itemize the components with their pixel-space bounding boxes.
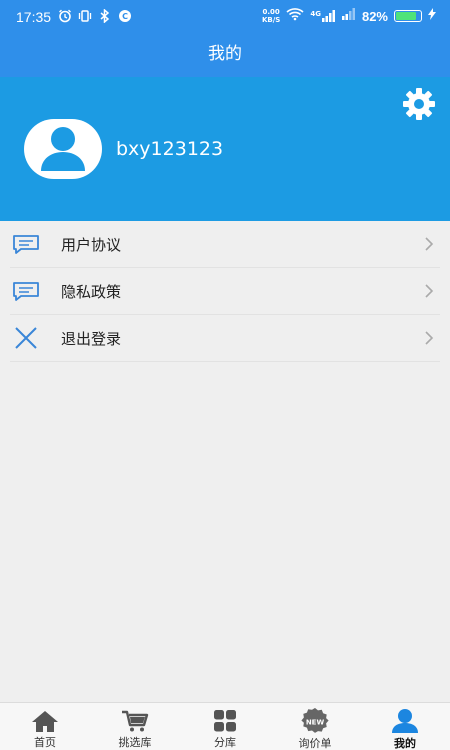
tab-selection[interactable]: 挑选库	[90, 703, 180, 750]
bottom-tab-bar: 首页 挑选库 分库 NEW 询价单 我的	[0, 702, 450, 750]
signal-icon	[341, 8, 356, 24]
wifi-icon	[286, 7, 304, 25]
status-icons-right: 0.00 KB/S 4G 82%	[262, 7, 436, 25]
app-notification-icon: C	[118, 9, 132, 27]
menu-item-user-agreement[interactable]: 用户协议	[10, 221, 440, 268]
tab-label: 我的	[394, 737, 416, 750]
menu-item-privacy-policy[interactable]: 隐私政策	[10, 268, 440, 315]
user-avatar-icon	[41, 127, 85, 171]
svg-text:C: C	[122, 12, 128, 21]
tab-label: 首页	[34, 736, 56, 749]
battery-icon	[394, 10, 422, 22]
avatar[interactable]	[24, 119, 102, 179]
tab-label: 挑选库	[118, 736, 152, 749]
message-icon	[11, 280, 41, 302]
gear-icon	[403, 88, 435, 120]
settings-button[interactable]	[400, 85, 438, 123]
vibrate-icon	[78, 9, 92, 27]
cart-icon	[120, 708, 150, 733]
tab-category[interactable]: 分库	[180, 703, 270, 750]
menu-item-label: 隐私政策	[61, 282, 122, 301]
grid-icon	[212, 708, 238, 733]
message-icon	[11, 233, 41, 255]
chevron-right-icon	[424, 283, 434, 303]
battery-percent: 82%	[361, 8, 388, 24]
bluetooth-icon	[98, 8, 112, 27]
signal-4g-icon: 4G	[310, 10, 336, 22]
alarm-icon	[58, 9, 72, 27]
chevron-right-icon	[424, 236, 434, 256]
tab-label: 分库	[214, 736, 236, 749]
profile-section: bxy123123	[0, 77, 450, 221]
page-title: 我的	[208, 44, 242, 64]
header-bar: 我的	[0, 32, 450, 77]
home-icon	[30, 708, 60, 733]
net-speed: 0.00 KB/S	[261, 8, 281, 24]
charging-icon	[428, 8, 436, 24]
status-time: 17:35	[16, 9, 52, 25]
tab-inquiry[interactable]: NEW 询价单	[270, 703, 360, 750]
status-icons-left: C	[58, 8, 132, 27]
chevron-right-icon	[424, 330, 434, 350]
battery-fill	[396, 12, 416, 20]
menu-item-logout[interactable]: 退出登录	[10, 315, 440, 362]
new-badge-icon: NEW	[299, 708, 331, 734]
menu-item-label: 用户协议	[61, 235, 122, 254]
menu-item-label: 退出登录	[61, 329, 122, 348]
menu-list: 用户协议 隐私政策 退出登录	[0, 221, 450, 362]
user-icon	[390, 708, 420, 734]
close-icon	[11, 327, 41, 349]
status-bar: 17:35 C 0.00 KB/S 4G 82%	[0, 0, 450, 32]
username: bxy123123	[116, 138, 224, 160]
tab-home[interactable]: 首页	[0, 703, 90, 750]
tab-mine[interactable]: 我的	[360, 703, 450, 750]
new-badge-text: NEW	[306, 719, 325, 727]
tab-label: 询价单	[298, 737, 332, 750]
